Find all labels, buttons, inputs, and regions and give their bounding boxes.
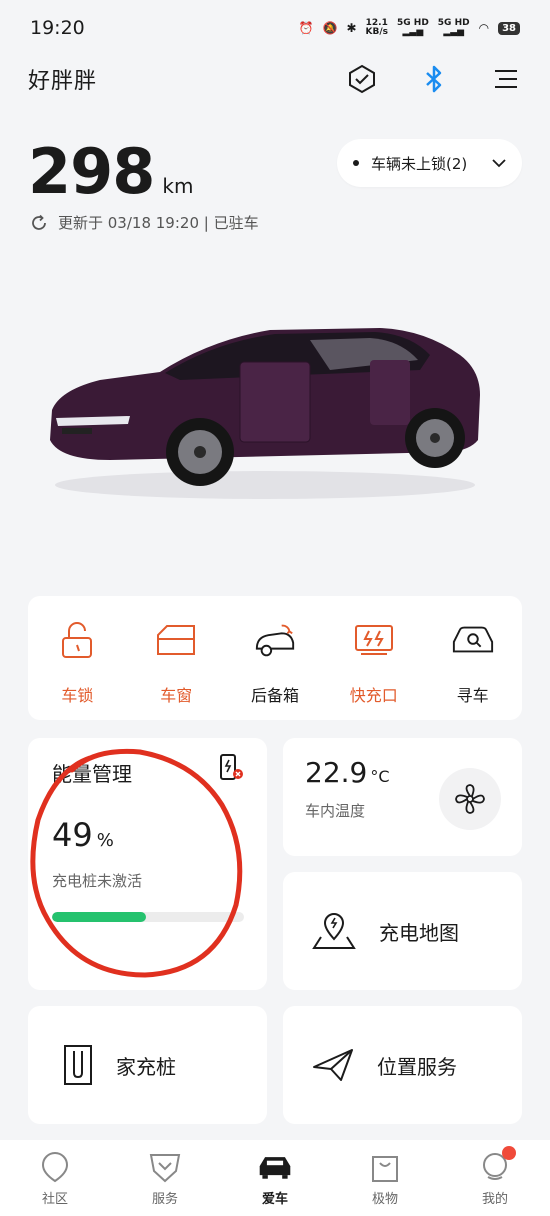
status-dot xyxy=(353,160,359,166)
sim2-signal: 5G HD ▂▃▅ xyxy=(437,18,470,37)
home-charger-card[interactable]: 家充桩 xyxy=(28,1006,267,1124)
notification-badge xyxy=(502,1146,516,1160)
battery-progress xyxy=(52,912,244,922)
temperature-value: 22.9 xyxy=(305,756,368,789)
range-display: 298 km xyxy=(28,134,194,210)
range-value: 298 xyxy=(28,135,155,208)
send-location-icon xyxy=(313,1049,353,1081)
quick-label-find-car: 寻车 xyxy=(456,686,489,705)
status-icons: ⏰ 🔕 ✱ 12.1 KB/s 5G HD ▂▃▅ 5G HD ▂▃▅ ◠ 38 xyxy=(299,19,520,37)
charger-warning-icon xyxy=(218,752,244,786)
status-bar: 19:20 ⏰ 🔕 ✱ 12.1 KB/s 5G HD ▂▃▅ 5G HD ▂▃▅ … xyxy=(0,0,550,56)
service-icon xyxy=(147,1150,183,1184)
shield-check-icon[interactable] xyxy=(346,63,378,95)
community-icon xyxy=(37,1150,73,1184)
quick-item-trunk[interactable]: 后备箱 xyxy=(226,596,325,720)
refresh-icon[interactable] xyxy=(30,214,48,232)
battery-icon: 38 xyxy=(498,21,520,35)
quick-label-trunk: 后备箱 xyxy=(250,686,299,705)
trunk-icon xyxy=(253,620,297,660)
quick-item-lock[interactable]: 车锁 xyxy=(28,596,127,720)
net-speed: 12.1 KB/s xyxy=(366,19,388,37)
location-service-label: 位置服务 xyxy=(377,1054,457,1079)
bluetooth-status-icon: ✱ xyxy=(346,21,357,35)
battery-percent-value: 49 xyxy=(52,816,93,854)
quick-item-find-car[interactable]: 寻车 xyxy=(423,596,522,720)
tab-label-community: 社区 xyxy=(41,1192,68,1207)
range-unit: km xyxy=(162,174,194,198)
charger-status: 充电桩未激活 xyxy=(52,872,143,890)
temperature-label: 车内温度 xyxy=(305,802,366,820)
status-time: 19:20 xyxy=(30,17,85,39)
chevron-down-icon xyxy=(492,159,506,168)
menu-icon[interactable] xyxy=(490,63,522,95)
temperature-unit: °C xyxy=(370,767,390,786)
update-line[interactable]: 更新于 03/18 19:20 | 已驻车 xyxy=(30,212,259,233)
energy-title: 能量管理 xyxy=(52,762,132,786)
wifi-icon: ◠ xyxy=(478,21,490,35)
charging-map-label: 充电地图 xyxy=(379,920,459,945)
fan-button[interactable] xyxy=(439,768,501,830)
quick-label-fast-charge: 快充口 xyxy=(349,686,398,705)
tab-service[interactable]: 服务 xyxy=(110,1140,220,1216)
tab-label-car: 爱车 xyxy=(261,1192,288,1207)
battery-progress-fill xyxy=(52,912,147,922)
cabin-temperature: 22.9 °C xyxy=(305,756,390,789)
charging-map-card[interactable]: 充电地图 xyxy=(283,872,522,990)
lock-status-dropdown[interactable]: 车辆未上锁(2) xyxy=(337,139,522,187)
car-icon xyxy=(257,1150,293,1184)
alarm-icon: ⏰ xyxy=(298,21,314,35)
lock-open-icon xyxy=(55,620,99,660)
quick-label-lock: 车锁 xyxy=(61,686,94,705)
energy-management-card[interactable]: 能量管理 49 % 充电桩未激活 xyxy=(28,738,267,990)
owner-name: 好胖胖 xyxy=(28,69,98,94)
quick-item-window[interactable]: 车窗 xyxy=(127,596,226,720)
fan-icon xyxy=(455,784,485,814)
battery-percent-unit: % xyxy=(96,830,114,851)
sim1-signal: 5G HD ▂▃▅ xyxy=(397,18,429,37)
car-image xyxy=(40,300,490,510)
tab-label-profile: 我的 xyxy=(481,1192,508,1207)
tab-shop[interactable]: 极物 xyxy=(330,1140,440,1216)
home-charger-label: 家充桩 xyxy=(116,1054,176,1079)
update-text: 更新于 03/18 19:20 | 已驻车 xyxy=(58,214,259,232)
mute-icon: 🔕 xyxy=(322,21,338,35)
climate-card[interactable]: 22.9 °C 车内温度 xyxy=(283,738,522,856)
tab-community[interactable]: 社区 xyxy=(0,1140,110,1216)
bottom-tab-bar: 社区 服务 爱车 极物 我的 xyxy=(0,1140,550,1216)
tab-profile[interactable]: 我的 xyxy=(440,1140,550,1216)
fast-charge-port-icon xyxy=(352,620,396,660)
sim2-label: 5G HD xyxy=(437,18,470,28)
tab-label-service: 服务 xyxy=(151,1192,178,1207)
map-pin-icon xyxy=(312,913,356,949)
net-speed-unit: KB/s xyxy=(365,27,388,37)
shop-bag-icon xyxy=(367,1150,403,1184)
location-service-card[interactable]: 位置服务 xyxy=(283,1006,522,1124)
bluetooth-icon[interactable] xyxy=(418,63,450,95)
header: 好胖胖 xyxy=(0,56,550,102)
quick-controls-card: 车锁 车窗 后备箱 快充口 寻车 xyxy=(28,596,522,720)
quick-label-window: 车窗 xyxy=(160,686,193,705)
sim1-label: 5G HD xyxy=(397,18,429,28)
tab-car[interactable]: 爱车 xyxy=(220,1140,330,1216)
window-icon xyxy=(154,620,198,660)
tab-label-shop: 极物 xyxy=(371,1192,398,1207)
lock-status-text: 车辆未上锁(2) xyxy=(371,154,468,173)
battery-percent: 49 % xyxy=(52,816,114,854)
find-car-icon xyxy=(451,620,495,660)
quick-item-fast-charge[interactable]: 快充口 xyxy=(324,596,423,720)
home-charger-icon xyxy=(64,1045,92,1085)
